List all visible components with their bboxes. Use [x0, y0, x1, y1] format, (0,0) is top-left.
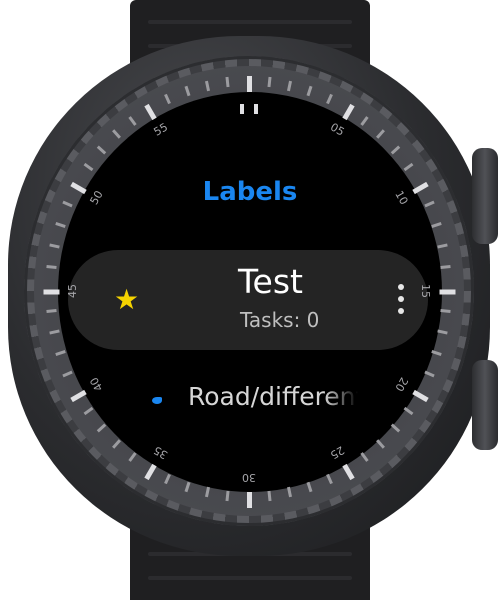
bezel-tick	[267, 76, 272, 88]
bezel-twelve-marker	[240, 104, 258, 114]
label-name: Test	[238, 262, 303, 301]
bezel-number: 45	[66, 284, 79, 298]
bezel-tick	[439, 289, 456, 295]
watch-button-top[interactable]	[472, 148, 498, 244]
bezel-tick	[247, 492, 252, 508]
label-task-count: Tasks: 0	[240, 308, 320, 332]
bezel-number: 15	[419, 284, 432, 298]
bezel-tick	[247, 76, 252, 92]
more-vertical-icon[interactable]	[398, 284, 404, 318]
star-icon: ★	[114, 283, 140, 316]
bezel-tick	[43, 289, 60, 295]
bezel-tick	[267, 490, 272, 501]
screen-title: Labels	[202, 177, 298, 207]
watch-button-bottom[interactable]	[472, 360, 498, 450]
tag-icon	[152, 397, 162, 404]
label-item-road-different[interactable]: Road/different	[188, 382, 358, 411]
bezel-tick	[440, 308, 451, 313]
label-item-test[interactable]: ★ Test Tasks: 0	[68, 250, 428, 350]
watch-screen: Labels ★ Test Tasks: 0 Road/different	[58, 92, 442, 492]
bezel-number: 30	[242, 471, 256, 484]
